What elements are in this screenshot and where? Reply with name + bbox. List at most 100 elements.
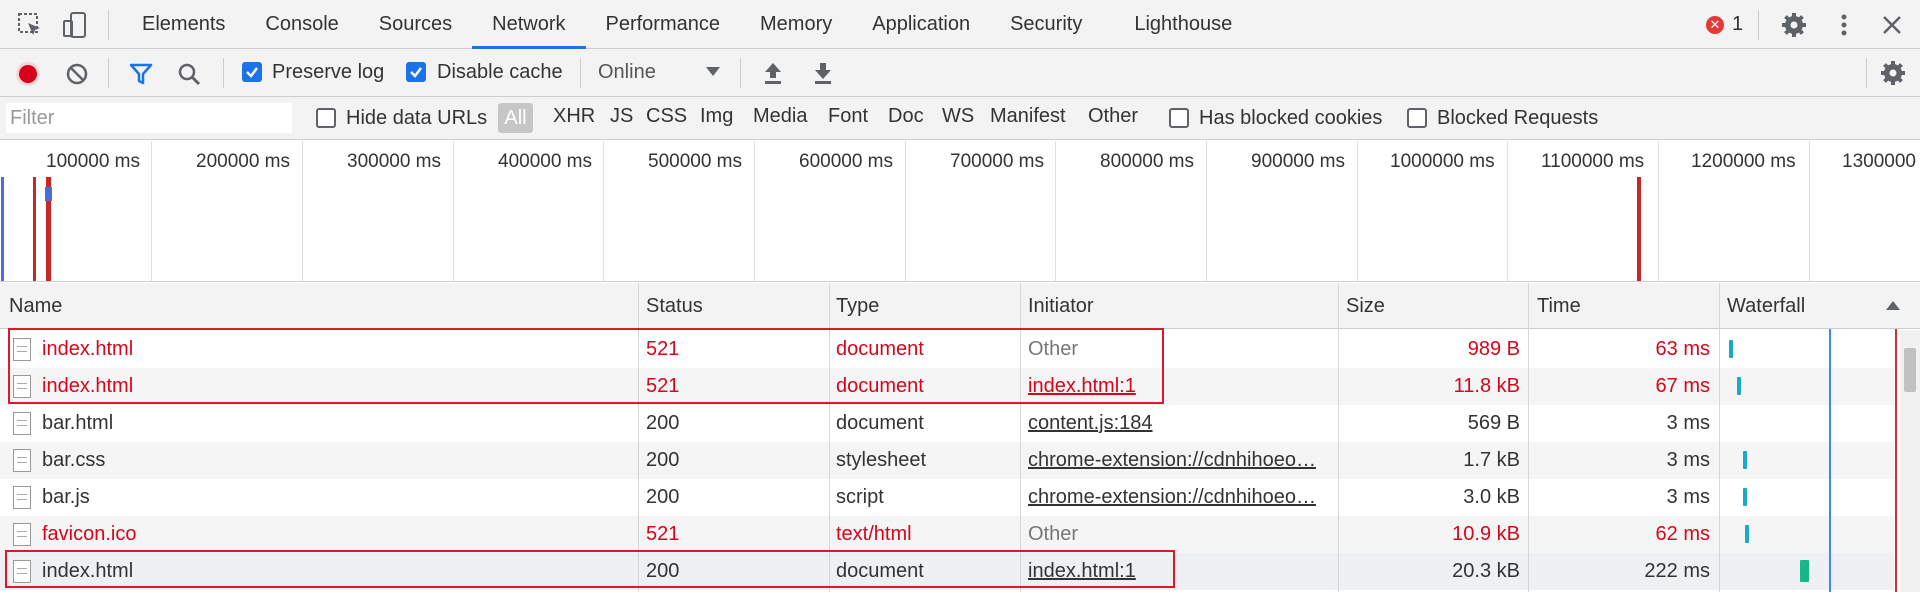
throttling-select[interactable]: Online — [598, 57, 722, 89]
request-initiator-link[interactable]: content.js:184 — [1028, 412, 1153, 435]
more-options-icon[interactable] — [1831, 12, 1857, 38]
sort-ascending-icon[interactable] — [1886, 300, 1900, 310]
request-size: 1.7 kB — [1463, 449, 1520, 471]
error-icon: ✕ — [1706, 15, 1724, 34]
type-filter-xhr[interactable]: XHR — [553, 105, 595, 128]
tab-performance[interactable]: Performance — [586, 0, 741, 49]
column-header-name[interactable]: Name — [9, 295, 62, 318]
column-header-initiator[interactable]: Initiator — [1028, 295, 1094, 318]
column-header-time[interactable]: Time — [1537, 295, 1581, 318]
overview-tick-label: 200000 ms — [196, 151, 291, 172]
column-header-status[interactable]: Status — [646, 295, 703, 318]
record-icon[interactable] — [15, 61, 41, 87]
waterfall-bar — [1743, 488, 1747, 506]
overview-tick-label: 500000 ms — [648, 151, 743, 172]
type-filter-all[interactable]: All — [498, 103, 533, 133]
column-divider[interactable] — [1528, 283, 1529, 592]
overview-marker — [33, 177, 36, 281]
column-header-size[interactable]: Size — [1346, 295, 1385, 318]
devtools-tab-bar: Elements Console Sources Network Perform… — [0, 0, 1920, 49]
request-status: 200 — [646, 412, 680, 434]
type-filter-img[interactable]: Img — [700, 105, 733, 128]
request-initiator-link[interactable]: chrome-extension://cdnhihoeo… — [1028, 449, 1330, 472]
table-row[interactable]: bar.css 200 stylesheet chrome-extension:… — [0, 442, 1894, 479]
toolbar-divider — [740, 58, 741, 88]
request-status: 200 — [646, 449, 680, 471]
highlight-box — [5, 550, 1175, 588]
close-icon[interactable] — [1879, 12, 1905, 38]
column-divider[interactable] — [1338, 283, 1339, 592]
toolbar-divider — [108, 10, 109, 40]
table-scrollbar-thumb[interactable] — [1904, 348, 1916, 392]
table-row[interactable]: favicon.ico 521 text/html Other 10.9 kB … — [0, 516, 1894, 553]
disable-cache-checkbox[interactable] — [406, 62, 426, 82]
search-icon[interactable] — [177, 62, 201, 86]
request-initiator-link[interactable]: chrome-extension://cdnhihoeo… — [1028, 486, 1330, 509]
requests-table-header: Name Status Type Initiator Size Time Wat… — [0, 283, 1920, 329]
table-row[interactable]: bar.js 200 script chrome-extension://cdn… — [0, 479, 1894, 516]
has-blocked-cookies-checkbox[interactable] — [1169, 108, 1189, 128]
document-file-icon — [13, 412, 31, 435]
request-name: bar.css — [42, 449, 106, 471]
type-filter-other[interactable]: Other — [1088, 105, 1138, 128]
toolbar-divider — [1866, 58, 1867, 88]
request-time: 67 ms — [1655, 375, 1710, 397]
type-filter-font[interactable]: Font — [828, 105, 868, 128]
toolbar-divider — [580, 58, 581, 88]
tab-elements[interactable]: Elements — [122, 0, 245, 49]
filter-input[interactable] — [6, 103, 292, 133]
table-row[interactable]: bar.html 200 document content.js:184 569… — [0, 405, 1894, 442]
tab-memory[interactable]: Memory — [740, 0, 852, 49]
tab-sources[interactable]: Sources — [359, 0, 472, 49]
type-filter-css[interactable]: CSS — [646, 105, 687, 128]
tab-application[interactable]: Application — [852, 0, 990, 49]
tab-network[interactable]: Network — [472, 0, 586, 49]
favicon-file-icon — [13, 523, 31, 546]
overview-tick-label: 300000 ms — [347, 151, 442, 172]
type-filter-media[interactable]: Media — [753, 105, 807, 128]
type-filter-doc[interactable]: Doc — [888, 105, 924, 128]
request-size: 569 B — [1467, 412, 1520, 434]
request-size: 11.8 kB — [1453, 375, 1520, 397]
script-file-icon — [13, 486, 31, 509]
type-filter-manifest[interactable]: Manifest — [990, 105, 1066, 128]
type-filter-js[interactable]: JS — [610, 105, 633, 128]
preserve-log-label[interactable]: Preserve log — [272, 61, 384, 84]
device-toolbar-icon[interactable] — [62, 12, 88, 38]
column-header-waterfall[interactable]: Waterfall — [1727, 295, 1805, 318]
inspect-element-icon[interactable] — [17, 12, 43, 38]
network-settings-gear-icon[interactable] — [1880, 60, 1906, 86]
blocked-requests-label[interactable]: Blocked Requests — [1437, 107, 1598, 130]
filter-bar: Hide data URLs All XHR JS CSS Img Media … — [0, 97, 1920, 140]
filter-icon[interactable] — [129, 62, 153, 86]
import-har-icon[interactable] — [762, 61, 784, 85]
hide-data-urls-label[interactable]: Hide data URLs — [346, 107, 487, 130]
overview-tick-label: 100000 ms — [46, 151, 141, 172]
overview-marker — [1637, 177, 1641, 281]
disable-cache-label[interactable]: Disable cache — [437, 61, 563, 84]
tab-lighthouse[interactable]: Lighthouse — [1102, 0, 1252, 49]
preserve-log-checkbox[interactable] — [242, 62, 262, 82]
overview-tick-label: 1000000 ms — [1390, 151, 1495, 172]
request-time: 3 ms — [1666, 486, 1710, 508]
network-overview[interactable]: 100000 ms 200000 ms 300000 ms 400000 ms … — [0, 141, 1920, 282]
overview-gridline — [453, 141, 454, 281]
request-time: 62 ms — [1655, 523, 1710, 545]
type-filter-ws[interactable]: WS — [942, 105, 974, 128]
column-header-type[interactable]: Type — [836, 295, 879, 318]
error-counter[interactable]: ✕ 1 — [1706, 13, 1743, 36]
blocked-requests-checkbox[interactable] — [1407, 108, 1427, 128]
toolbar-divider — [108, 58, 109, 88]
settings-gear-icon[interactable] — [1781, 12, 1807, 38]
export-har-icon[interactable] — [812, 61, 834, 85]
overview-gridline — [1055, 141, 1056, 281]
tab-security[interactable]: Security — [990, 0, 1102, 49]
has-blocked-cookies-label[interactable]: Has blocked cookies — [1199, 107, 1382, 130]
column-divider[interactable] — [1719, 283, 1720, 592]
tab-console[interactable]: Console — [245, 0, 358, 49]
waterfall-bar — [1729, 340, 1733, 358]
hide-data-urls-checkbox[interactable] — [316, 108, 336, 128]
request-type: script — [836, 486, 884, 508]
request-time: 222 ms — [1644, 560, 1710, 582]
clear-icon[interactable] — [65, 62, 89, 86]
